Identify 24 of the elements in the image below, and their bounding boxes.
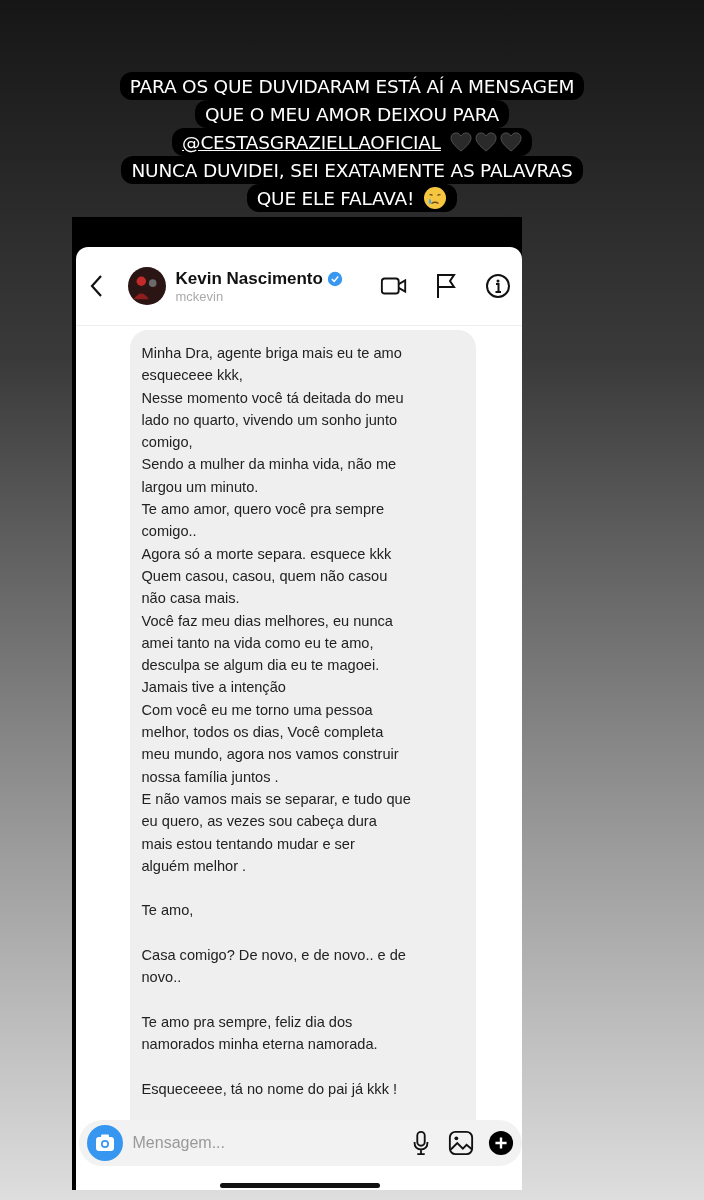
username: mckevin	[175, 288, 225, 304]
contact-name: Kevin Nascimento	[175, 268, 323, 289]
caption-text: PARA OS QUE DUVIDARAM ESTÁ AÍ A MENSAGEM	[129, 75, 575, 97]
message-text: Casa comigo? De novo, e de novo.. e de novo..	[141, 946, 407, 988]
message-text: Minha Dra, agente briga mais eu te amo esqueceee kkk, Nesse momento você tá deitada do meu lado no quarto, vivendo um sonho junto comigo, Sendo a mulher da minha vida, não me largou um minuto. Te amo amor, quero você pra sempre comigo.. Agora só a morte separa. esquece kkk Quem casou, casou, quem não casou não casa mais. Você faz meu dias melhores, eu nunca amei tanto na vida como eu te amo, desculpa se algum dia eu te magoei. Jamais tive a intenção Com você eu me torno uma pessoa melhor, todos os dias, Você completa meu mundo, agora nos vamos construir nossa família juntos . E não vamos mais se separar, e tudo que eu quero, as vezes sou cabeça dura mais estou tentando mudar e ser alguém melhor .	[141, 344, 412, 876]
caption-text: NUNCA DUVIDEI, SEI EXATAMENTE AS PALAVRAS	[131, 159, 573, 181]
caption-text: QUE ELE FALAVA!	[256, 187, 415, 209]
message-field[interactable]: Mensagem...	[130, 1133, 394, 1153]
back-icon[interactable]	[89, 274, 104, 298]
heart-icon	[499, 132, 522, 152]
message-text: Te amo pra sempre, feliz dia dos namorados minha eterna namorada.	[141, 1012, 379, 1055]
image-icon[interactable]	[447, 1130, 474, 1156]
heart-icon	[449, 132, 472, 152]
info-icon[interactable]	[483, 273, 512, 299]
camera-icon[interactable]	[86, 1125, 123, 1161]
crying-face-icon	[423, 186, 448, 210]
avatar	[127, 267, 166, 305]
message-text: Esqueceeee, tá no nome do pai já kkk !	[141, 1079, 399, 1099]
plus-icon[interactable]	[487, 1130, 514, 1156]
caption-text: QUE O MEU AMOR DEIXOU PARA	[204, 103, 500, 125]
heart-icon	[474, 132, 497, 152]
message-text: Te amo,	[141, 901, 195, 921]
message-input-bar[interactable]: Mensagem...	[78, 1120, 522, 1166]
caption-text: @CESTASGRAZIELLAOFICIAL	[182, 131, 441, 153]
